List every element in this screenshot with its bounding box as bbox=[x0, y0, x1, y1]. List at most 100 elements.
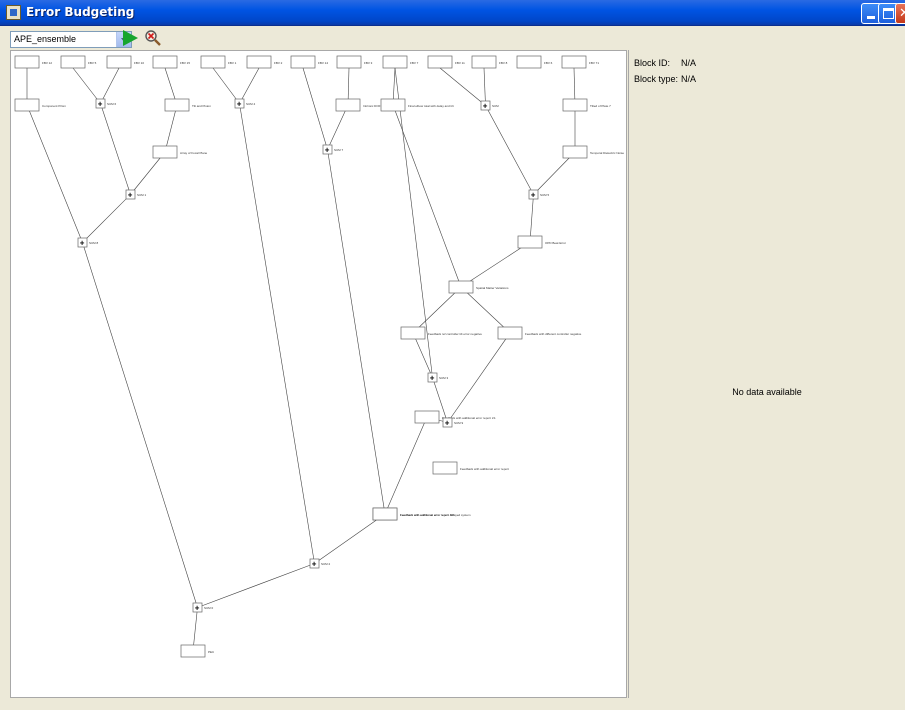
source-block[interactable] bbox=[336, 55, 362, 69]
plus-icon: + bbox=[80, 239, 85, 248]
process-block-label: Feedback with additional error report bbox=[460, 467, 509, 471]
block-info-panel: Block ID: N/A Block type: N/A No data av… bbox=[629, 50, 905, 698]
block-type-label: Block type: bbox=[634, 74, 679, 84]
block-id-value: N/A bbox=[681, 58, 697, 68]
source-block[interactable] bbox=[106, 55, 132, 69]
diagram-edge bbox=[460, 286, 511, 334]
source-block[interactable] bbox=[427, 55, 453, 69]
sum-block-label: SUM bbox=[492, 104, 499, 108]
process-block[interactable] bbox=[432, 461, 458, 475]
empty-state-message: No data available bbox=[732, 387, 802, 397]
source-block[interactable] bbox=[152, 55, 178, 69]
diagram-edge bbox=[327, 149, 386, 515]
diagram-edge bbox=[392, 104, 462, 288]
process-block[interactable] bbox=[335, 98, 361, 112]
diagram-edge bbox=[533, 151, 576, 195]
process-block[interactable] bbox=[448, 280, 474, 294]
source-block-label: FBV 8 bbox=[499, 61, 508, 65]
process-block-label: Final elbow total with delay and tilt bbox=[408, 104, 454, 108]
process-block-label: Intrinsic DOF bbox=[363, 104, 381, 108]
source-block-label: FBV 7 bbox=[410, 61, 419, 65]
diagram-edge bbox=[239, 67, 260, 104]
source-block[interactable] bbox=[382, 55, 408, 69]
source-block-label: FBV 15 bbox=[180, 61, 190, 65]
plus-icon: + bbox=[531, 191, 536, 200]
process-block-label: Temporal Dielectric Noise bbox=[590, 151, 624, 155]
diagram-edge bbox=[164, 104, 178, 153]
plus-icon: + bbox=[430, 374, 435, 383]
source-block-label: FBV 5 bbox=[88, 61, 97, 65]
process-block-label: Array of Focal Plane bbox=[180, 151, 208, 155]
sum-block-label: SUM 8 bbox=[89, 241, 99, 245]
source-block[interactable] bbox=[471, 55, 497, 69]
diagram-edge bbox=[192, 607, 198, 652]
source-block[interactable] bbox=[290, 55, 316, 69]
error-budget-diagram[interactable]: FBV 12 FBV 5 FBV 10 FBV 15 FBV 1 FBV 2 FBV 14 F… bbox=[11, 51, 627, 698]
plus-icon: + bbox=[237, 100, 242, 109]
source-block-label: FBV 12 bbox=[42, 61, 52, 65]
process-block[interactable] bbox=[562, 98, 588, 112]
play-triangle-icon[interactable] bbox=[123, 30, 138, 46]
close-button[interactable]: ✕ bbox=[895, 3, 905, 24]
plus-icon: + bbox=[98, 100, 103, 109]
process-block-label: Tilted of Plate 7 bbox=[590, 104, 611, 108]
sum-block-label: SUM 4 bbox=[246, 102, 256, 106]
process-block[interactable] bbox=[180, 644, 206, 658]
diagram-edge bbox=[82, 242, 198, 608]
sum-block-label: SUM 3 bbox=[439, 376, 449, 380]
block-type-value: N/A bbox=[681, 74, 697, 84]
source-block-label: FBV 10 bbox=[134, 61, 144, 65]
status-bar bbox=[0, 698, 905, 710]
process-block-label: Component Prism bbox=[42, 104, 67, 108]
plus-icon: + bbox=[195, 604, 200, 613]
plus-icon: + bbox=[445, 419, 450, 428]
plus-icon: + bbox=[325, 146, 330, 155]
diagram-edge bbox=[100, 103, 131, 195]
process-block-label: PEC bbox=[208, 650, 215, 654]
sum-block-label: SUM 1 bbox=[137, 193, 147, 197]
process-block[interactable] bbox=[14, 98, 40, 112]
diagram-edge bbox=[82, 194, 131, 243]
process-block[interactable] bbox=[562, 145, 588, 159]
title-bar: Error Budgeting ✕ bbox=[0, 0, 905, 26]
diagram-edge bbox=[412, 286, 462, 334]
process-block[interactable] bbox=[152, 145, 178, 159]
sum-block-label: SUM 6 bbox=[107, 102, 117, 106]
diagram-canvas[interactable]: FBV 12 FBV 5 FBV 10 FBV 15 FBV 1 FBV 2 FBV 14 F… bbox=[10, 50, 627, 698]
process-block[interactable] bbox=[164, 98, 190, 112]
window-title: Error Budgeting bbox=[26, 5, 135, 19]
process-block-label: Feedback with different controller negat… bbox=[525, 332, 582, 336]
plus-icon: + bbox=[312, 560, 317, 569]
source-block-label: FBV 3 bbox=[364, 61, 373, 65]
process-block[interactable] bbox=[372, 507, 398, 521]
source-block[interactable] bbox=[60, 55, 86, 69]
process-block-label: Tilt and Piston bbox=[192, 104, 211, 108]
process-block[interactable] bbox=[517, 235, 543, 249]
magnifier-cancel-icon[interactable] bbox=[144, 29, 162, 47]
process-block[interactable] bbox=[400, 326, 426, 340]
diagram-edge bbox=[529, 194, 534, 243]
source-block[interactable] bbox=[200, 55, 226, 69]
diagram-edge bbox=[485, 105, 534, 195]
model-select-value: APE_ensemble bbox=[14, 34, 77, 44]
diagram-edge bbox=[327, 104, 349, 150]
process-block-label: Spatial Matter Variations bbox=[476, 286, 509, 290]
source-block[interactable] bbox=[14, 55, 40, 69]
diagram-edge bbox=[197, 563, 315, 608]
source-block-label: FBV 6 bbox=[544, 61, 553, 65]
source-block[interactable] bbox=[561, 55, 587, 69]
plus-icon: + bbox=[483, 102, 488, 111]
source-block-label: FBV 11 bbox=[455, 61, 465, 65]
diagram-edge bbox=[302, 67, 328, 150]
sum-block-label: SUM 0 bbox=[204, 606, 214, 610]
sum-block-label: SUM 2 bbox=[321, 562, 331, 566]
source-block[interactable] bbox=[246, 55, 272, 69]
process-block[interactable] bbox=[497, 326, 523, 340]
plus-icon: + bbox=[128, 191, 133, 200]
diagram-edge bbox=[100, 67, 120, 104]
source-block[interactable] bbox=[516, 55, 542, 69]
process-block[interactable] bbox=[380, 98, 406, 112]
process-block[interactable] bbox=[414, 410, 440, 424]
model-select[interactable]: APE_ensemble bbox=[10, 31, 132, 48]
diagram-edge bbox=[239, 103, 315, 564]
